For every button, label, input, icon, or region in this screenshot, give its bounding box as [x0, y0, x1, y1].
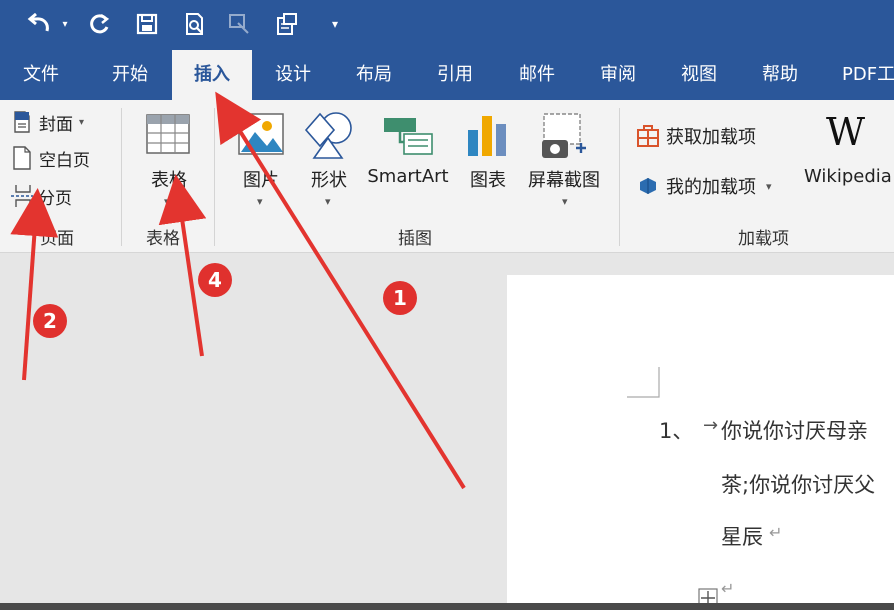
annotation-badge-4: 4 [198, 263, 232, 297]
annotation-badge-1: 1 [383, 281, 417, 315]
annotation-arrow-2 [10, 188, 59, 381]
annotation-overlay [10, 91, 466, 490]
annotation-arrow-1 [215, 91, 466, 490]
bottom-edge [0, 603, 894, 610]
annotation-badge-2: 2 [33, 304, 67, 338]
